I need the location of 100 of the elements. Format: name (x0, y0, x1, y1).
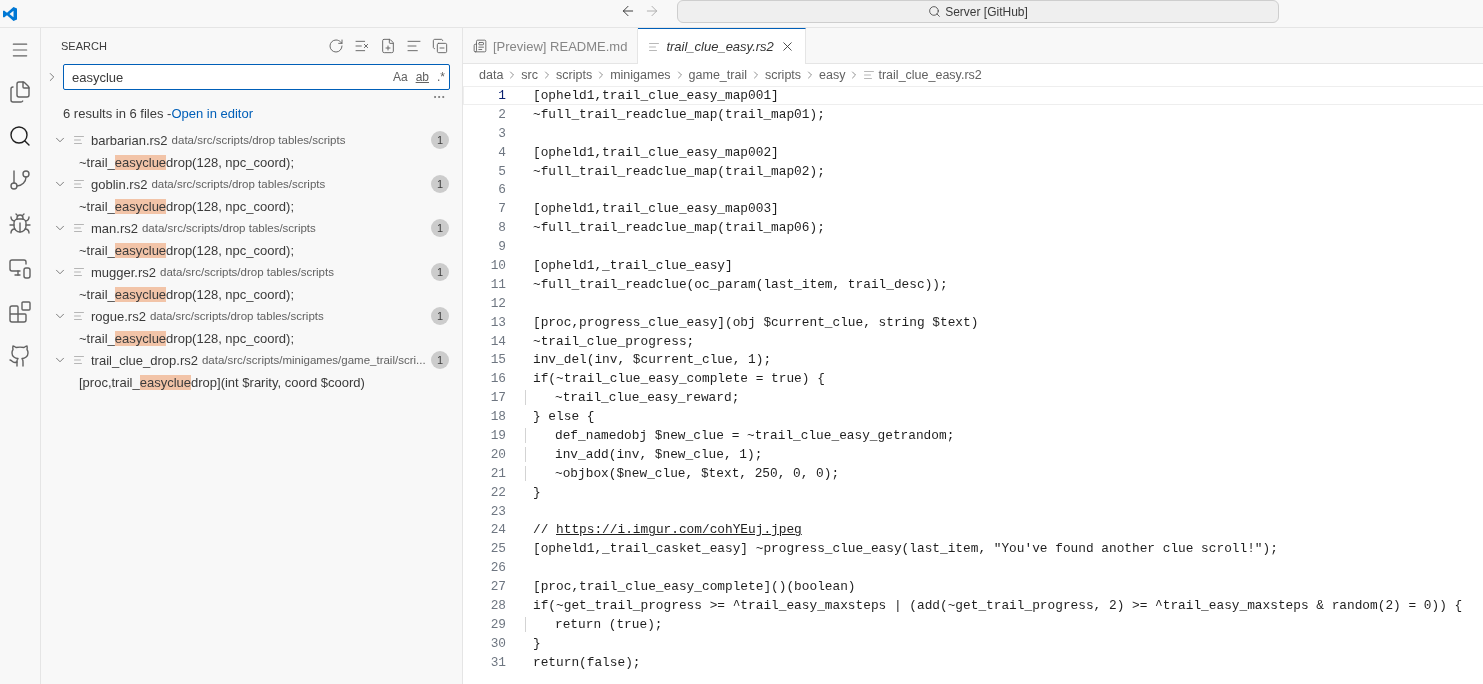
file-path: data/src/scripts/drop tables/scripts (141, 222, 317, 234)
open-in-editor-link[interactable]: Open in editor (171, 106, 254, 121)
file-lines-icon[interactable] (73, 354, 85, 366)
line-number: 13 (489, 314, 506, 330)
code-line: [proc,progress_clue_easy](obj $current_clue, string $text) (533, 314, 979, 330)
line-number: 11 (489, 276, 506, 292)
file-lines-icon[interactable] (73, 178, 85, 190)
code-line: [opheld1,_trail_casket_easy] ~progress_clue_easy(last_item, "You've found another clue scroll!"); (533, 541, 1278, 557)
file-lines-icon[interactable] (73, 222, 85, 234)
preview-icon[interactable] (473, 39, 487, 53)
new-file-icon[interactable] (380, 38, 396, 54)
code-line: [opheld1,trail_clue_easy_map003] (533, 201, 779, 217)
line-number: 10 (489, 257, 506, 273)
command-center[interactable]: Server [GitHub] (677, 0, 1279, 23)
line-number: 8 (497, 220, 506, 236)
collapse-all-icon[interactable] (432, 38, 448, 54)
line-number: 1 (497, 87, 506, 103)
file-name: trail_clue_drop.rs2 (91, 352, 198, 368)
line-number: 31 (489, 654, 506, 670)
line-number: 5 (497, 163, 506, 179)
whole-word-toggle[interactable]: ab (415, 70, 429, 84)
result-file-row[interactable]: man.rs2 data/src/scripts/drop tables/scripts 1 (41, 217, 462, 239)
line-number: 17 (489, 390, 506, 406)
line-number: 12 (489, 295, 506, 311)
line-number: 29 (489, 616, 506, 632)
result-file-row[interactable]: mugger.rs2 data/src/scripts/drop tables/scripts 1 (41, 261, 462, 283)
match-line[interactable]: [proc,trail_easycluedrop](int $rarity, coord $coord) (41, 371, 462, 393)
bug-icon[interactable] (8, 212, 32, 236)
file-lines-icon[interactable] (863, 69, 876, 81)
refresh-icon[interactable] (328, 38, 344, 54)
line-number: 22 (489, 484, 506, 500)
files-icon[interactable] (8, 80, 32, 104)
code-line: ~trail_clue_easy_reward; (525, 390, 740, 406)
search-field[interactable]: easyclue Aa ab .* (63, 64, 450, 90)
breadcrumb-item[interactable]: src (521, 68, 538, 82)
match-line[interactable]: ~trail_easycluedrop(128, npc_coord); (41, 327, 462, 349)
editor-tab[interactable]: trail_clue_easy.rs2 (638, 28, 806, 64)
file-name: mugger.rs2 (91, 264, 157, 280)
file-path: data/src/scripts/drop tables/scripts (160, 266, 335, 278)
result-file-row[interactable]: rogue.rs2 data/src/scripts/drop tables/scripts 1 (41, 305, 462, 327)
code-line: } (533, 484, 541, 500)
line-number: 18 (489, 409, 506, 425)
result-file-row[interactable]: barbarian.rs2 data/src/scripts/drop tables/scripts 1 (41, 129, 462, 151)
match-count: 1 (431, 175, 449, 193)
code-link[interactable]: https://i.imgur.com/cohYEuj.jpeg (556, 522, 802, 538)
line-number: 24 (489, 522, 506, 538)
line-number: 25 (489, 541, 506, 557)
match-line[interactable]: ~trail_easycluedrop(128, npc_coord); (41, 283, 462, 305)
line-number: 19 (489, 427, 506, 443)
file-name: goblin.rs2 (91, 176, 148, 192)
match-line[interactable]: ~trail_easycluedrop(128, npc_coord); (41, 239, 462, 261)
code-line: inv_del(inv, $current_clue, 1); (533, 352, 772, 368)
code-line: ~full_trail_readclue_map(trail_map01); (533, 106, 825, 122)
breadcrumb-item[interactable]: minigames (610, 68, 671, 82)
match-line[interactable]: ~trail_easycluedrop(128, npc_coord); (41, 195, 462, 217)
regex-toggle[interactable]: .* (437, 70, 445, 84)
file-name: man.rs2 (91, 220, 138, 236)
result-file-row[interactable]: goblin.rs2 data/src/scripts/drop tables/scripts 1 (41, 173, 462, 195)
code-line: [proc,trail_clue_easy_complete]()(boolean) (533, 579, 856, 595)
match-case-toggle[interactable]: Aa (392, 70, 408, 84)
breadcrumb-item[interactable]: scripts (764, 68, 802, 82)
code-line: ~full_trail_readclue_map(trail_map02); (533, 163, 825, 179)
file-lines-icon[interactable] (73, 266, 85, 278)
line-number: 9 (497, 239, 506, 255)
line-number: 26 (489, 560, 506, 576)
match-count: 1 (431, 351, 449, 369)
line-number: 7 (497, 201, 506, 217)
breadcrumb-item[interactable]: trail_clue_easy.rs2 (878, 68, 982, 82)
result-file-row[interactable]: trail_clue_drop.rs2 data/src/scripts/minigames/game_trail/scri... 1 (41, 349, 462, 371)
file-lines-icon[interactable] (73, 134, 85, 146)
line-number: 28 (489, 598, 506, 613)
file-lines-icon[interactable] (648, 40, 661, 53)
line-number: 16 (489, 371, 506, 387)
match-count: 1 (431, 263, 449, 281)
github-icon[interactable] (8, 344, 32, 368)
file-lines-icon[interactable] (73, 310, 85, 322)
file-name: barbarian.rs2 (91, 132, 168, 148)
line-number: 6 (497, 182, 506, 198)
breadcrumb-item[interactable]: data (479, 68, 504, 82)
branch-icon[interactable] (8, 168, 32, 192)
lines-icon[interactable] (406, 38, 422, 54)
code-line: def_namedobj $new_clue = ~trail_clue_easy_getrandom; (525, 427, 955, 443)
breadcrumb-item[interactable]: scripts (556, 68, 593, 82)
results-summary: 6 results in 6 files - (63, 106, 172, 121)
code-line: } else { (533, 409, 595, 425)
extensions-icon[interactable] (8, 300, 32, 324)
breadcrumb-item[interactable]: easy (819, 68, 846, 82)
line-number: 27 (489, 579, 506, 595)
match-line[interactable]: ~trail_easycluedrop(128, npc_coord); (41, 151, 462, 173)
search-icon[interactable] (8, 124, 32, 148)
code-line: ~objbox($new_clue, $text, 250, 0, 0); (525, 465, 840, 481)
breadcrumb-item[interactable]: game_trail (688, 68, 747, 82)
remote-monitor-icon[interactable] (8, 256, 32, 280)
clear-results-icon[interactable] (354, 38, 370, 54)
code-line: [opheld1,trail_clue_easy_map002] (533, 144, 779, 160)
file-path: data/src/scripts/drop tables/scripts (149, 310, 325, 322)
file-path: data/src/scripts/drop tables/scripts (171, 134, 347, 146)
line-number: 21 (489, 465, 506, 481)
code-line: // https://i.imgur.com/cohYEuj.jpeg (533, 522, 802, 538)
code-line: } (533, 635, 541, 651)
